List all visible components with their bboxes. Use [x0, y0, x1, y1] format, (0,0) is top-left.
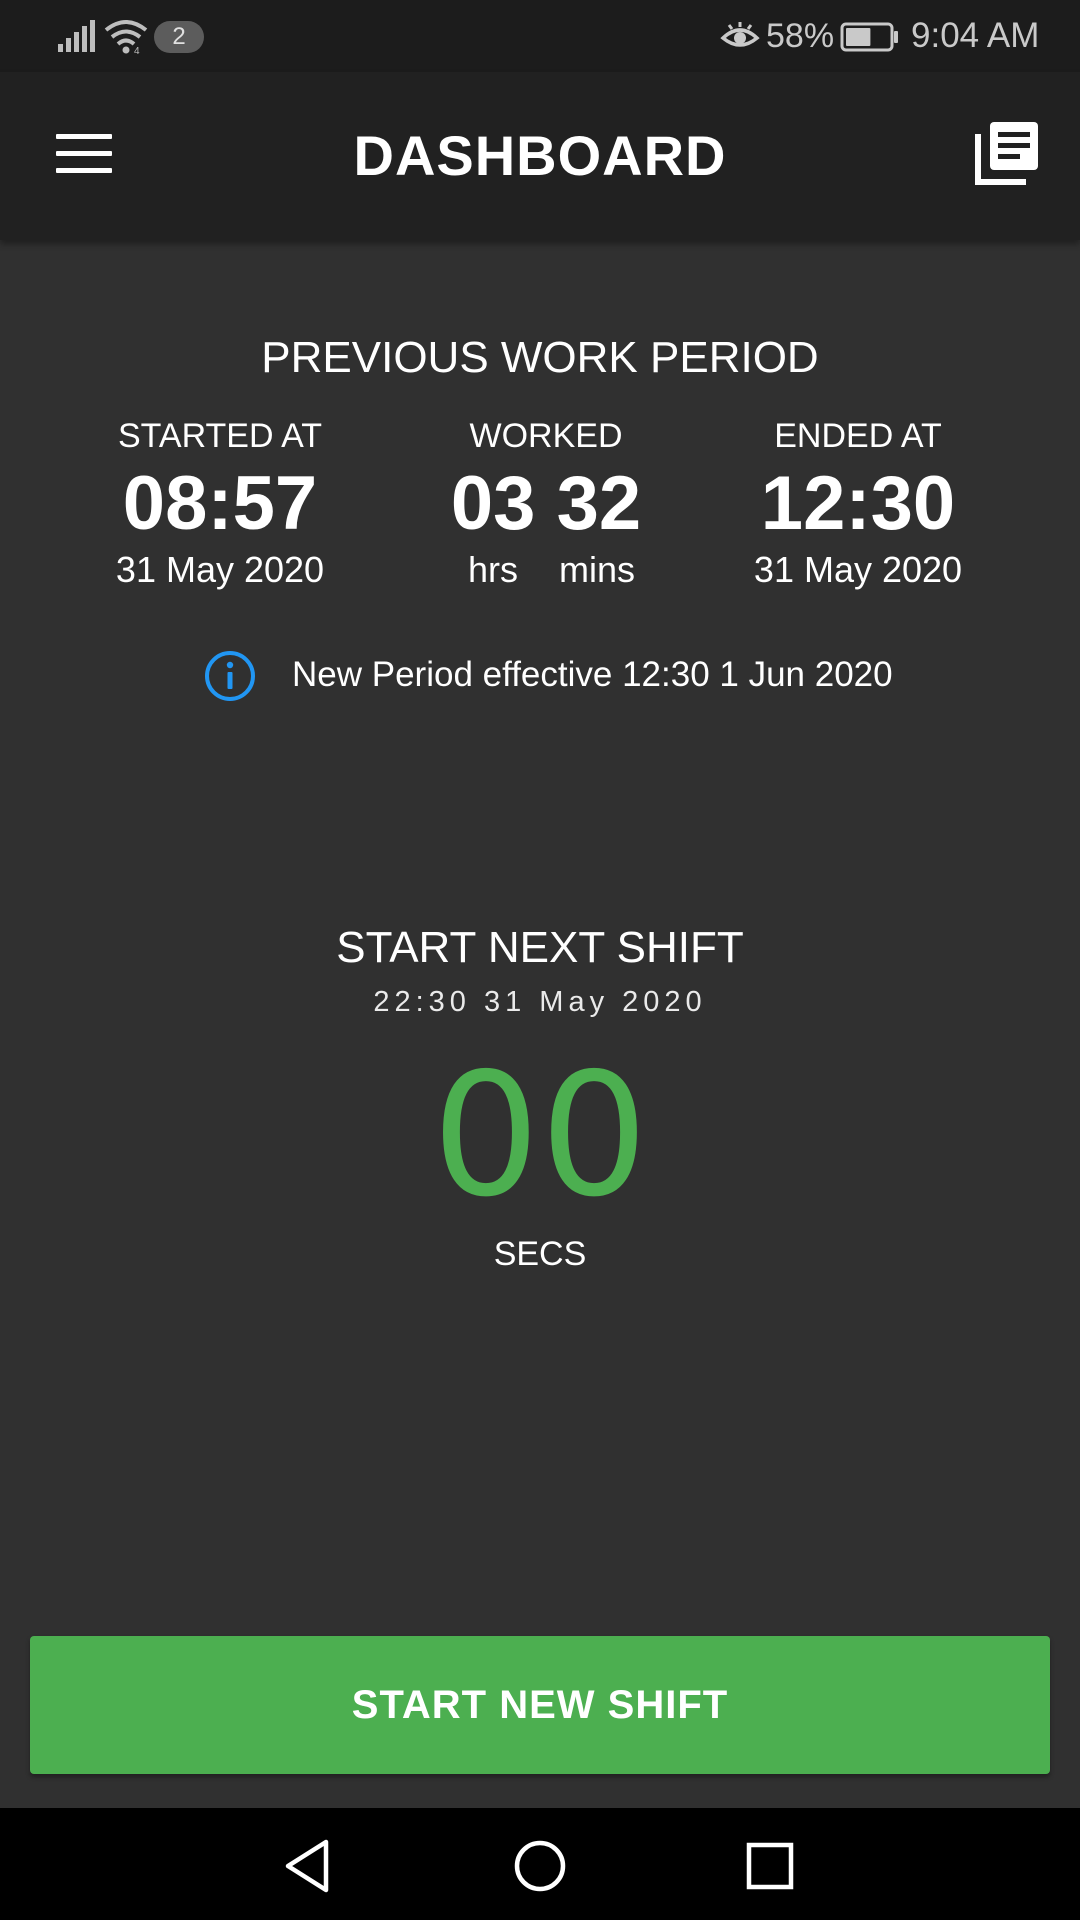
back-icon[interactable]: [278, 1836, 338, 1896]
ended-at-time: 12:30: [760, 461, 956, 546]
status-bar: 4 2 58% 9:04 AM: [0, 0, 1080, 72]
countdown-value: 00: [431, 1037, 649, 1235]
ended-at-date: 31 May 2020: [753, 549, 963, 590]
previous-period-title: PREVIOUS WORK PERIOD: [261, 333, 819, 382]
clock-time: 9:04 AM: [911, 16, 1040, 55]
new-period-info: New Period effective 12:30 1 Jun 2020: [204, 648, 964, 702]
eye-comfort-icon: [720, 22, 760, 47]
started-at-label: STARTED AT: [117, 417, 323, 455]
page-title: DASHBOARD: [353, 124, 727, 187]
recents-icon[interactable]: [740, 1836, 800, 1896]
next-shift-title: START NEXT SHIFT: [336, 923, 744, 972]
notification-count-badge: 2: [154, 21, 204, 53]
hours-unit: hrs: [467, 549, 518, 590]
battery-percent: 58%: [766, 17, 835, 55]
signal-icon: [58, 20, 95, 52]
minutes-unit: mins: [558, 549, 635, 590]
start-new-shift-button[interactable]: START NEW SHIFT: [30, 1636, 1050, 1774]
worked-units: hrs mins: [396, 548, 696, 592]
new-period-text: New Period effective 12:30 1 Jun 2020: [292, 655, 893, 694]
started-at-stat: STARTED AT 08:57 31 May 2020: [70, 414, 370, 592]
countdown-unit: SECS: [493, 1235, 587, 1273]
worked-stat: WORKED 03 32 hrs mins: [396, 414, 696, 592]
library-books-icon[interactable]: [974, 120, 1040, 186]
worked-hours: 03: [450, 461, 536, 546]
worked-minutes: 32: [556, 461, 642, 546]
worked-duration: 03 32: [396, 462, 696, 546]
started-at-date: 31 May 2020: [115, 549, 325, 590]
battery-icon: [840, 22, 898, 52]
svg-text:4: 4: [134, 46, 140, 54]
home-icon[interactable]: [510, 1836, 570, 1896]
wifi-icon: 4: [104, 20, 148, 54]
ended-at-stat: ENDED AT 12:30 31 May 2020: [708, 414, 1008, 592]
started-at-time: 08:57: [122, 461, 318, 546]
ended-at-label: ENDED AT: [774, 417, 942, 455]
app-bar: DASHBOARD: [0, 72, 1080, 240]
next-shift-datetime: 22:30 31 May 2020: [373, 986, 707, 1018]
navigation-bar: [0, 1808, 1080, 1920]
worked-label: WORKED: [469, 417, 623, 455]
info-icon: [205, 651, 255, 701]
